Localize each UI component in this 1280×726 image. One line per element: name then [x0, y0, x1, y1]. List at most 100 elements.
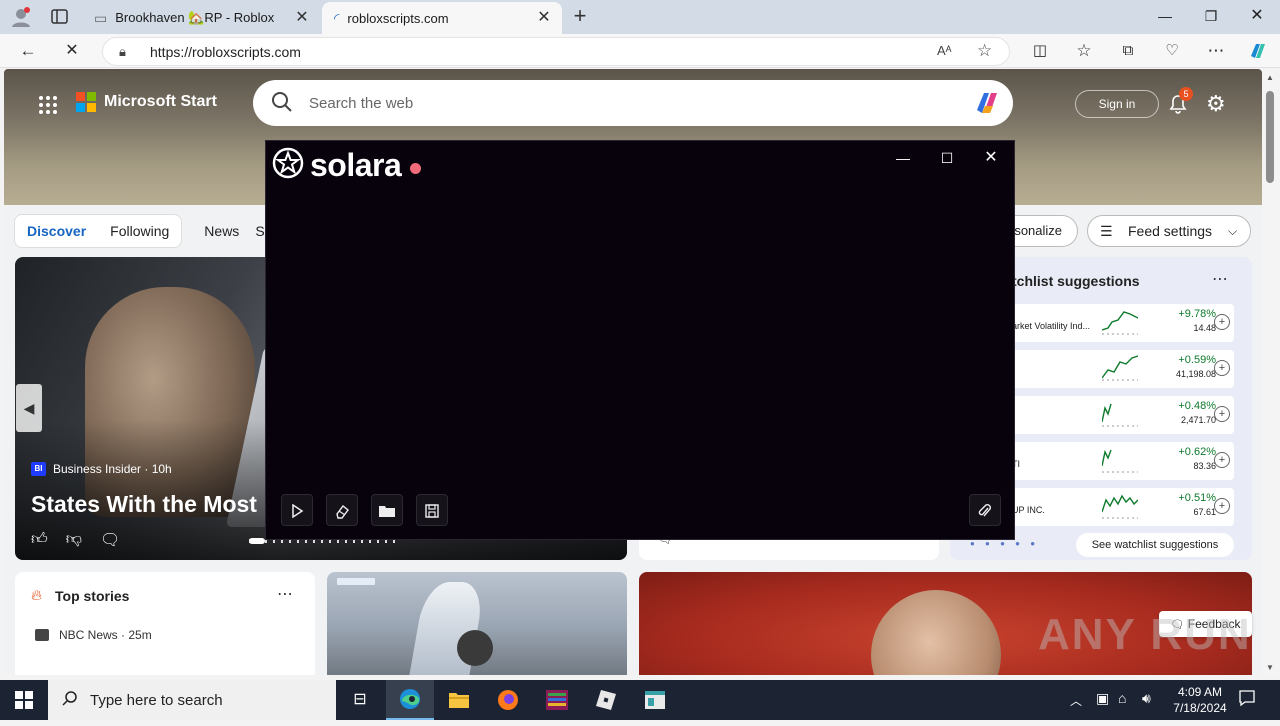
solara-window[interactable]: solara — ☐ ✕ [265, 140, 1015, 540]
winrar-icon[interactable] [533, 680, 581, 720]
tab-actions-icon[interactable] [50, 8, 70, 26]
stock-change: +0.48% [1178, 400, 1216, 412]
story-source: NBC News · 25m [59, 628, 152, 642]
stop-loading-icon[interactable]: ✕ [58, 38, 86, 64]
taskbar-search-input[interactable]: Type here to search [90, 692, 223, 709]
minimize-button[interactable]: — [1142, 0, 1188, 32]
split-screen-icon[interactable]: ◫ [1026, 38, 1054, 64]
taskbar-clock[interactable]: 4:09 AM 7/18/2024 [1164, 684, 1236, 716]
feed-settings-label: Feed settings [1128, 223, 1213, 239]
close-window-button[interactable]: ✕ [1234, 0, 1280, 32]
file-explorer-icon[interactable] [435, 680, 483, 720]
news-card-4[interactable] [327, 572, 627, 675]
carousel-prev-button[interactable]: ◀ [16, 384, 42, 432]
url-text[interactable]: https://robloxscripts.com [150, 44, 301, 60]
add-stock-button[interactable]: + [1214, 452, 1230, 468]
browser-essentials-icon[interactable]: ♡ [1158, 38, 1186, 64]
tray-chevron-up-icon[interactable]: ︿ [1070, 692, 1082, 709]
page-scrollbar[interactable]: ▲ ▼ [1262, 69, 1280, 677]
solara-close-button[interactable]: ✕ [976, 147, 1006, 169]
watchlist-row[interactable]: arket Volatility Ind... +9.78% 14.48 + [1010, 304, 1234, 342]
solara-maximize-button[interactable]: ☐ [932, 147, 962, 169]
firefox-icon[interactable] [484, 680, 532, 720]
add-stock-button[interactable]: + [1214, 498, 1230, 514]
copilot-icon[interactable] [971, 88, 1003, 123]
search-input[interactable]: Search the web [309, 95, 413, 112]
read-aloud-icon[interactable]: Aᴬ [937, 43, 952, 58]
scroll-up-icon[interactable]: ▲ [1266, 73, 1274, 82]
watchlist-row[interactable]: +0.59% 41,198.08 + [1010, 350, 1234, 388]
attach-inject-button[interactable] [969, 494, 1001, 526]
sliders-icon: ☰ [1100, 223, 1113, 239]
add-stock-button[interactable]: + [1214, 406, 1230, 422]
back-arrow-icon[interactable]: ← [14, 38, 42, 64]
watchlist-title: tchlist suggestions [1012, 273, 1140, 289]
scrollbar-thumb[interactable] [1266, 91, 1274, 183]
roblox-icon[interactable] [582, 680, 630, 720]
thumbs-down-icon[interactable]: 👎︎ [66, 530, 82, 550]
settings-gear-icon[interactable]: ⚙ [1206, 91, 1226, 117]
tab-following[interactable]: Following [110, 223, 169, 239]
open-folder-button[interactable] [371, 494, 403, 526]
script-editor-area[interactable] [270, 191, 1010, 486]
task-view-icon[interactable]: ⊟ [336, 680, 384, 720]
notifications-icon[interactable] [1238, 689, 1256, 712]
profile-icon[interactable] [10, 6, 32, 28]
watchlist-pager-dots[interactable]: ● ● ● ● ● [970, 539, 1039, 548]
close-tab-icon[interactable]: ✕ [292, 8, 312, 28]
more-options-icon[interactable]: ⋯ [277, 584, 293, 604]
tray-app-icon[interactable]: ▣ [1096, 690, 1109, 707]
execute-button[interactable] [281, 494, 313, 526]
carousel-dot-active[interactable] [249, 538, 265, 544]
add-stock-button[interactable]: + [1214, 314, 1230, 330]
save-button[interactable] [416, 494, 448, 526]
collections-icon[interactable]: ⧉ [1114, 38, 1142, 64]
watchlist-row[interactable]: +0.48% 2,471.70 + [1010, 396, 1234, 434]
tab-discover[interactable]: Discover [27, 223, 86, 239]
scroll-down-icon[interactable]: ▼ [1266, 663, 1274, 672]
microsoft-start-logo[interactable]: Microsoft Start [76, 92, 217, 112]
comment-icon[interactable]: 🗨︎ [100, 530, 120, 550]
chevron-down-icon: ⌵ [1228, 224, 1238, 238]
volume-icon[interactable]: 🔊︎ [1142, 690, 1151, 707]
address-bar[interactable]: 🔒︎ https://robloxscripts.com Aᴬ ☆ [102, 37, 1010, 66]
clear-eraser-button[interactable] [326, 494, 358, 526]
stock-change: +0.51% [1178, 492, 1216, 504]
lock-icon[interactable]: 🔒︎ [119, 44, 126, 60]
start-windows-icon[interactable] [0, 680, 48, 720]
favorites-icon[interactable]: ☆ [1070, 38, 1098, 64]
tab-news[interactable]: News [204, 223, 239, 239]
apps-grid-icon[interactable] [38, 95, 58, 115]
close-tab-icon[interactable]: ✕ [534, 8, 554, 28]
web-search-box[interactable]: Search the web [253, 80, 1013, 126]
copilot-icon[interactable] [1244, 38, 1272, 64]
edge-browser-icon[interactable] [386, 680, 434, 720]
card-headline[interactable]: States With the Most [31, 491, 257, 518]
watchlist-row[interactable]: TI +0.62% 83.36 + [1010, 442, 1234, 480]
solara-minimize-button[interactable]: — [888, 147, 918, 169]
network-icon[interactable]: ⌂ [1118, 690, 1126, 706]
video-badge [337, 578, 375, 585]
loading-icon: ◜ [334, 9, 340, 26]
taskbar-search-box[interactable]: Type here to search [48, 680, 336, 720]
top-stories-title: Top stories [55, 588, 130, 604]
favorite-star-icon[interactable]: ☆ [977, 41, 992, 61]
nbc-logo-icon [35, 629, 49, 641]
more-menu-icon[interactable]: ⋯ [1202, 38, 1230, 64]
sign-in-button[interactable]: Sign in [1075, 90, 1159, 118]
add-stock-button[interactable]: + [1214, 360, 1230, 376]
watchlist-row[interactable]: UP INC. +0.51% 67.61 + [1010, 488, 1234, 526]
new-tab-button[interactable]: + [568, 4, 592, 28]
solara-app-icon[interactable] [631, 680, 679, 720]
more-options-icon[interactable]: ⋯ [1212, 269, 1228, 289]
thumbs-up-icon[interactable]: 👍︎ [31, 530, 48, 550]
solara-brand: solara [272, 147, 422, 184]
tab-brookhaven[interactable]: ▭ Brookhaven 🏡RP - Roblox ✕ [84, 2, 320, 34]
tab-robloxscripts[interactable]: ◜ robloxscripts.com ✕ [322, 2, 562, 34]
play-button-icon[interactable] [457, 630, 493, 666]
see-watchlist-button[interactable]: See watchlist suggestions [1076, 533, 1234, 557]
notifications-bell-icon[interactable]: 5 [1166, 87, 1193, 116]
restore-button[interactable]: ❐ [1188, 0, 1234, 32]
feed-settings-button[interactable]: ☰ Feed settings ⌵ [1087, 215, 1251, 247]
browser-toolbar: ← ✕ 🔒︎ https://robloxscripts.com Aᴬ ☆ ◫ … [0, 34, 1280, 68]
